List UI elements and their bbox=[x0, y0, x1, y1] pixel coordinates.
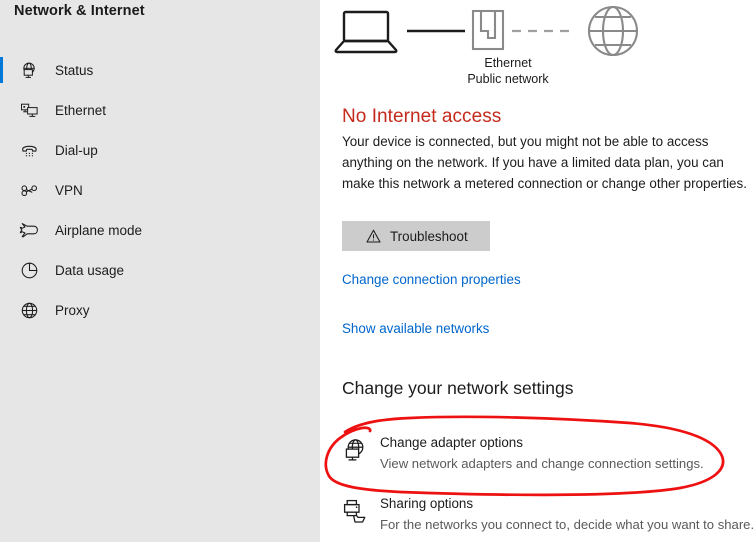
sidebar-item-proxy[interactable]: Proxy bbox=[0, 290, 320, 330]
sidebar: Network & Internet Status Ethernet Dial-… bbox=[0, 0, 320, 542]
sidebar-item-airplane-mode[interactable]: Airplane mode bbox=[0, 210, 320, 250]
troubleshoot-button-label: Troubleshoot bbox=[390, 228, 468, 244]
pie-chart-icon bbox=[14, 261, 44, 280]
dialup-phone-icon bbox=[14, 141, 44, 160]
selection-indicator bbox=[0, 177, 3, 203]
section-heading: Change your network settings bbox=[342, 378, 574, 398]
vpn-key-icon bbox=[14, 181, 44, 200]
sidebar-item-ethernet[interactable]: Ethernet bbox=[0, 90, 320, 130]
network-type: Public network bbox=[467, 71, 549, 86]
network-diagram: Ethernet Public network bbox=[320, 0, 756, 95]
page-title: Network & Internet bbox=[14, 3, 145, 19]
sidebar-item-dial-up[interactable]: Dial-up bbox=[0, 130, 320, 170]
sidebar-item-label: Status bbox=[55, 62, 94, 78]
sidebar-item-data-usage[interactable]: Data usage bbox=[0, 250, 320, 290]
status-description: Your device is connected, but you might … bbox=[342, 134, 747, 192]
link-change-connection-properties[interactable]: Change connection properties bbox=[342, 272, 521, 287]
network-name: Ethernet bbox=[484, 56, 532, 70]
sidebar-nav: Status Ethernet Dial-up VPN Airplane mod… bbox=[0, 50, 320, 330]
sidebar-item-status[interactable]: Status bbox=[0, 50, 320, 90]
globe-icon bbox=[587, 5, 639, 57]
globe-monitor-icon bbox=[14, 61, 44, 80]
troubleshoot-button[interactable]: Troubleshoot bbox=[342, 221, 490, 251]
setting-subtitle: View network adapters and change connect… bbox=[380, 456, 704, 471]
sidebar-item-vpn[interactable]: VPN bbox=[0, 170, 320, 210]
setting-subtitle: For the networks you connect to, decide … bbox=[380, 517, 755, 532]
airplane-icon bbox=[14, 220, 44, 240]
sidebar-item-label: Dial-up bbox=[55, 142, 98, 158]
setting-row-sharing-options[interactable]: Sharing options For the networks you con… bbox=[338, 495, 754, 534]
setting-text: Change adapter options View network adap… bbox=[380, 434, 704, 473]
selection-indicator bbox=[0, 257, 3, 283]
sidebar-item-label: Airplane mode bbox=[55, 222, 143, 238]
main-content: Ethernet Public network No Internet acce… bbox=[320, 0, 756, 542]
status-badge: No Internet access bbox=[342, 106, 502, 127]
sidebar-item-label: Data usage bbox=[55, 262, 125, 278]
sidebar-item-label: Ethernet bbox=[55, 102, 107, 118]
globe-monitor-icon bbox=[338, 434, 372, 463]
selection-indicator bbox=[0, 137, 3, 163]
globe-icon bbox=[14, 301, 44, 320]
printer-share-icon bbox=[338, 495, 372, 524]
laptop-icon bbox=[334, 10, 398, 54]
selection-indicator bbox=[0, 217, 3, 243]
setting-text: Sharing options For the networks you con… bbox=[380, 495, 754, 534]
ethernet-port-icon bbox=[471, 9, 505, 51]
setting-title: Sharing options bbox=[380, 496, 474, 511]
warning-triangle-icon bbox=[366, 229, 381, 243]
selection-indicator bbox=[0, 57, 3, 83]
sidebar-item-label: VPN bbox=[55, 182, 83, 198]
selection-indicator bbox=[0, 97, 3, 123]
selection-indicator bbox=[0, 297, 3, 323]
ethernet-monitor-icon bbox=[14, 101, 44, 120]
network-name-label: Ethernet Public network bbox=[418, 56, 598, 87]
setting-title: Change adapter options bbox=[380, 435, 523, 450]
setting-row-change-adapter-options[interactable]: Change adapter options View network adap… bbox=[338, 434, 753, 473]
sidebar-item-label: Proxy bbox=[55, 302, 90, 318]
link-show-available-networks[interactable]: Show available networks bbox=[342, 321, 489, 336]
